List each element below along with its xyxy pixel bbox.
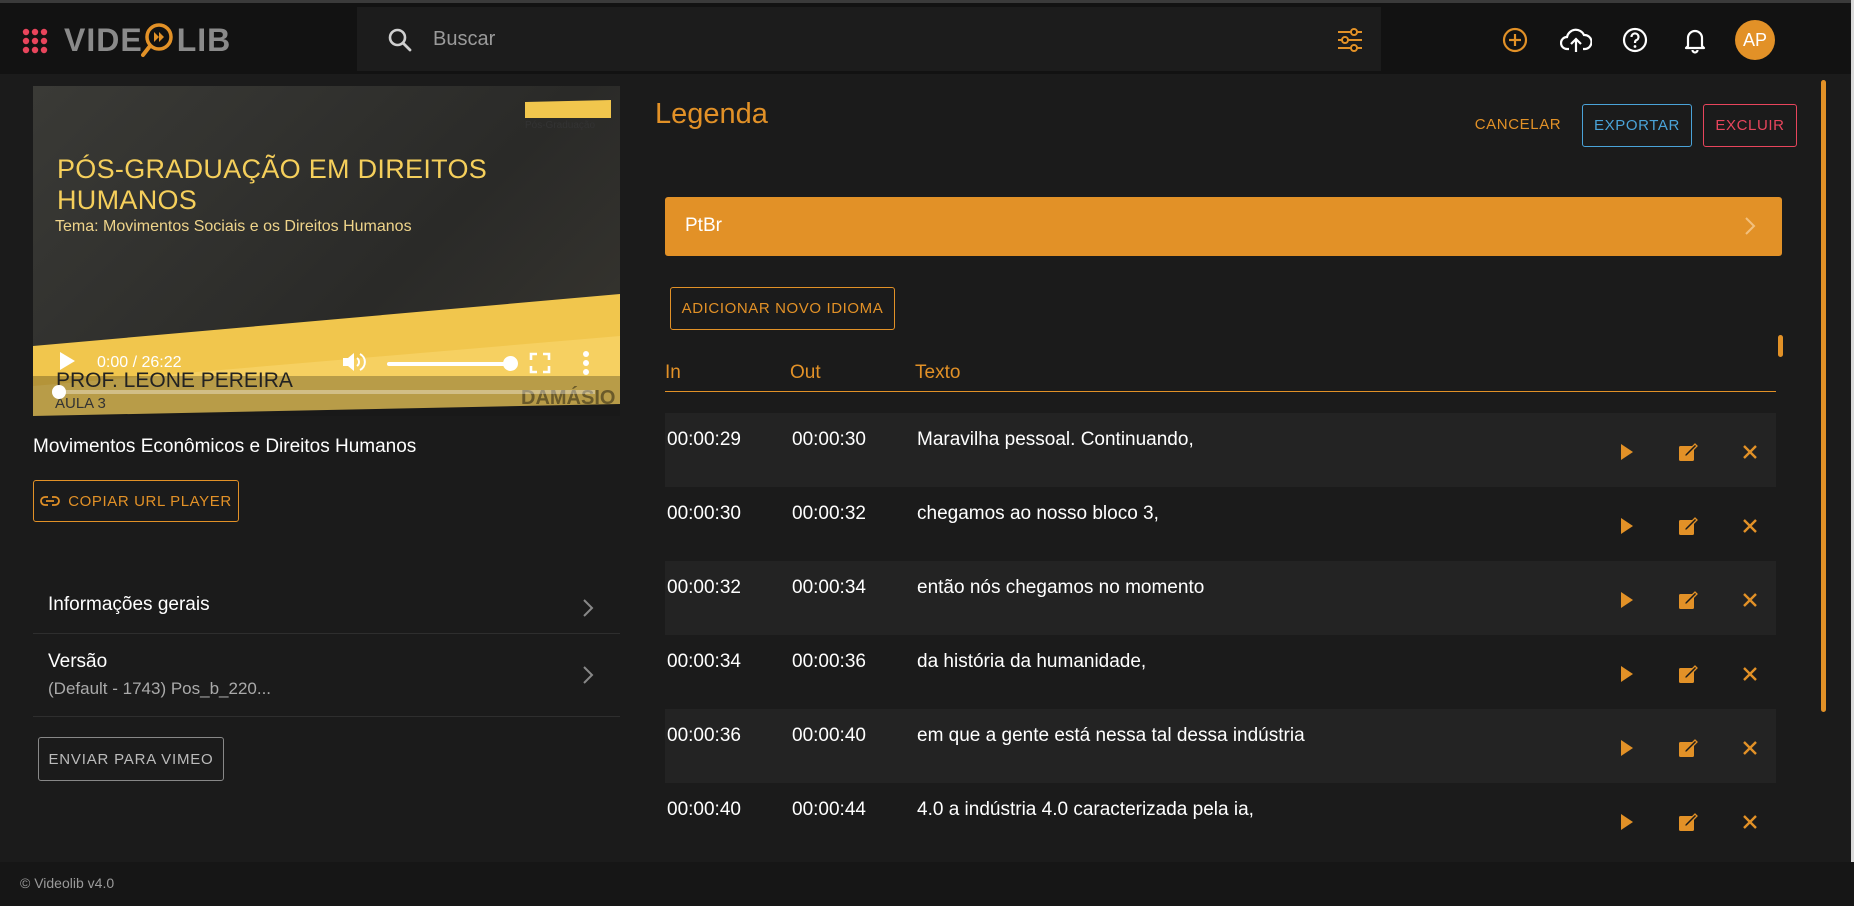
close-icon[interactable] <box>1739 441 1761 463</box>
subtitle-out-time: 00:00:44 <box>792 799 866 820</box>
table-scrollbar[interactable] <box>1778 335 1783 357</box>
edit-icon[interactable] <box>1677 811 1699 833</box>
search-bar <box>357 7 1381 71</box>
close-icon[interactable] <box>1739 811 1761 833</box>
subtitle-row[interactable]: 00:00:34 00:00:36 da história da humanidad… <box>665 635 1776 709</box>
more-options-icon[interactable] <box>581 350 591 376</box>
top-bar: VIDE LIB Buscar AP <box>0 0 1854 74</box>
subtitle-row[interactable]: 00:00:30 00:00:32 chegamos ao nosso bloco … <box>665 487 1776 561</box>
add-circle-icon[interactable] <box>1500 25 1530 55</box>
edit-icon[interactable] <box>1677 737 1699 759</box>
subtitle-text: em que a gente está nessa tal dessa indú… <box>917 725 1305 746</box>
subtitle-in-time: 00:00:32 <box>667 577 741 598</box>
general-info-item[interactable]: Informações gerais <box>33 582 620 634</box>
column-text: Texto <box>915 362 961 383</box>
volume-icon[interactable] <box>341 350 367 374</box>
subtitle-text: então nós chegamos no momento <box>917 577 1205 598</box>
help-icon[interactable] <box>1620 25 1650 55</box>
page-title: Legenda <box>655 98 768 130</box>
edit-icon[interactable] <box>1677 589 1699 611</box>
subtitle-text: 4.0 a indústria 4.0 caracterizada pela i… <box>917 799 1254 820</box>
delete-button[interactable]: EXCLUIR <box>1703 104 1797 147</box>
subtitle-out-time: 00:00:40 <box>792 725 866 746</box>
link-icon <box>40 496 61 506</box>
logo-text-left: VIDE <box>64 21 143 58</box>
subtitle-in-time: 00:00:30 <box>667 503 741 524</box>
send-to-vimeo-button[interactable]: ENVIAR PARA VIMEO <box>38 737 224 781</box>
video-progress-bar[interactable] <box>57 390 595 394</box>
subtitle-out-time: 00:00:36 <box>792 651 866 672</box>
page-scrollbar[interactable] <box>1821 80 1826 712</box>
search-input[interactable] <box>433 19 1283 59</box>
column-in: In <box>665 362 681 383</box>
edit-icon[interactable] <box>1677 515 1699 537</box>
copy-url-player-label: COPIAR URL PLAYER <box>68 492 232 510</box>
logo-lens-icon <box>140 23 173 57</box>
subtitle-row[interactable]: 00:00:40 00:00:44 4.0 a indústria 4.0 cara… <box>665 783 1776 857</box>
volume-slider-thumb[interactable] <box>503 356 518 371</box>
video-player[interactable]: Pós-Graduação PÓS-GRADUAÇÃO EM DIREITOS … <box>33 86 620 416</box>
video-overlay-title: PÓS-GRADUAÇÃO EM DIREITOS HUMANOS <box>57 154 488 215</box>
chevron-right-icon <box>583 599 594 617</box>
notification-bell-icon[interactable] <box>1680 25 1710 55</box>
play-icon[interactable] <box>1615 811 1637 833</box>
subtitle-table-header: In Out Texto <box>665 356 1776 392</box>
general-info-label: Informações gerais <box>48 594 210 615</box>
close-icon[interactable] <box>1739 589 1761 611</box>
videolib-logo[interactable]: VIDE LIB <box>64 17 231 63</box>
add-language-button[interactable]: ADICIONAR NOVO IDIOMA <box>670 287 895 330</box>
apps-grid-icon[interactable] <box>22 28 48 54</box>
filter-settings-icon[interactable] <box>1336 27 1364 53</box>
video-time: 0:00 / 26:22 <box>97 354 182 371</box>
logo-text-right: LIB <box>176 21 232 58</box>
search-icon[interactable] <box>387 27 413 53</box>
footer-text: © Videolib v4.0 <box>20 875 115 891</box>
subtitle-row[interactable]: 00:00:36 00:00:40 em que a gente está ness… <box>665 709 1776 783</box>
close-icon[interactable] <box>1739 515 1761 537</box>
close-icon[interactable] <box>1739 737 1761 759</box>
close-icon[interactable] <box>1739 663 1761 685</box>
subtitle-out-time: 00:00:34 <box>792 577 866 598</box>
footer: © Videolib v4.0 <box>0 862 1854 906</box>
subtitle-text: da história da humanidade, <box>917 651 1147 672</box>
export-button[interactable]: EXPORTAR <box>1582 104 1692 147</box>
language-selector[interactable]: PtBr <box>665 197 1782 256</box>
subtitle-out-time: 00:00:32 <box>792 503 866 524</box>
cloud-upload-icon[interactable] <box>1560 25 1592 55</box>
chevron-right-icon <box>1745 217 1756 235</box>
video-overlay-badge: Pós-Graduação <box>525 120 596 131</box>
play-icon[interactable] <box>1615 737 1637 759</box>
version-value: (Default - 1743) Pos_b_220... <box>48 679 272 698</box>
play-icon[interactable] <box>1615 589 1637 611</box>
subtitle-text: chegamos ao nosso bloco 3, <box>917 503 1159 524</box>
subtitle-out-time: 00:00:30 <box>792 429 866 450</box>
chevron-right-icon <box>583 666 594 684</box>
video-progress-thumb[interactable] <box>52 385 66 399</box>
play-icon[interactable] <box>1615 663 1637 685</box>
subtitle-row[interactable]: 00:00:29 00:00:30 Maravilha pessoal. Conti… <box>665 413 1776 487</box>
subtitle-in-time: 00:00:29 <box>667 429 741 450</box>
play-icon[interactable] <box>1615 441 1637 463</box>
subtitle-row[interactable]: 00:00:32 00:00:34 então nós chegamos no mo… <box>665 561 1776 635</box>
subtitle-in-time: 00:00:40 <box>667 799 741 820</box>
subtitle-in-time: 00:00:36 <box>667 725 741 746</box>
subtitle-in-time: 00:00:34 <box>667 651 741 672</box>
language-label: PtBr <box>685 215 722 236</box>
volume-slider[interactable] <box>387 362 515 366</box>
copy-url-player-button[interactable]: COPIAR URL PLAYER <box>33 480 239 522</box>
subtitle-text: Maravilha pessoal. Continuando, <box>917 429 1194 450</box>
video-name: Movimentos Econômicos e Direitos Humanos <box>33 436 417 457</box>
play-icon[interactable] <box>1615 515 1637 537</box>
edit-icon[interactable] <box>1677 441 1699 463</box>
fullscreen-icon[interactable] <box>529 352 551 374</box>
cancel-button[interactable]: CANCELAR <box>1466 106 1570 142</box>
play-icon[interactable] <box>57 350 77 372</box>
column-out: Out <box>790 362 821 383</box>
version-item[interactable]: Versão (Default - 1743) Pos_b_220... <box>33 634 620 717</box>
edit-icon[interactable] <box>1677 663 1699 685</box>
user-avatar[interactable]: AP <box>1735 20 1775 60</box>
version-label: Versão <box>48 651 108 672</box>
video-overlay-subtitle: Tema: Movimentos Sociais e os Direitos H… <box>55 218 412 235</box>
